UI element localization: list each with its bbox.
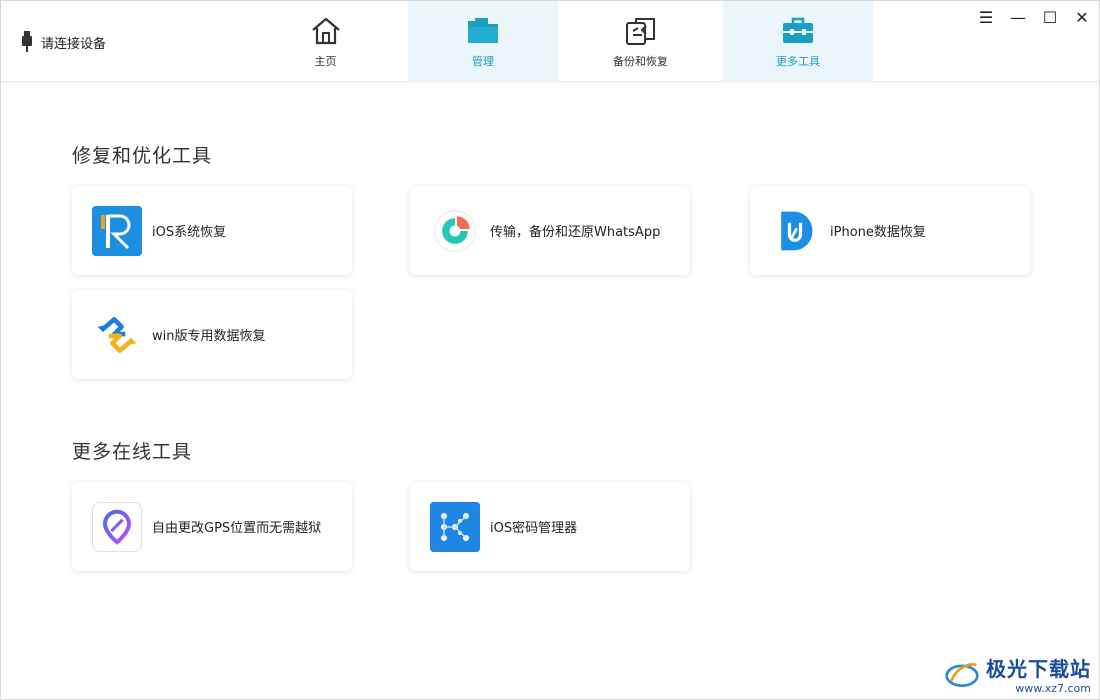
tab-more-tools[interactable]: 更多工具: [723, 1, 873, 82]
win-data-recovery-label: win版专用数据恢复: [152, 329, 266, 344]
top-bar: 请连接设备 主页 管理 备份和恢复 更多工具 ☰ — ☐ ✕: [1, 1, 1099, 82]
password-manager-card[interactable]: iOS密码管理器: [410, 482, 690, 571]
whatsapp-transfer-icon: [430, 206, 480, 256]
watermark-logo-icon: [945, 663, 979, 688]
watermark-name: 极光下载站: [986, 657, 1091, 681]
menu-icon[interactable]: ☰: [975, 7, 997, 27]
folder-icon: [468, 17, 498, 43]
main-tabs: 主页 管理 备份和恢复 更多工具: [243, 1, 873, 82]
tab-manage[interactable]: 管理: [408, 1, 558, 82]
tab-home[interactable]: 主页: [243, 1, 408, 82]
usb-icon: [22, 31, 32, 52]
minimize-icon[interactable]: —: [1007, 7, 1029, 27]
iphone-data-recovery-label: iPhone数据恢复: [830, 225, 926, 240]
gps-location-card[interactable]: 自由更改GPS位置而无需越狱: [72, 482, 352, 571]
password-manager-icon: [430, 501, 480, 552]
online-section-title: 更多在线工具: [72, 441, 193, 463]
maximize-icon[interactable]: ☐: [1039, 7, 1061, 27]
password-manager-label: iOS密码管理器: [490, 521, 578, 536]
repair-section-title: 修复和优化工具: [72, 145, 213, 167]
ios-repair-icon: [92, 205, 142, 256]
tab-more-tools-label: 更多工具: [776, 54, 820, 68]
device-status: 请连接设备: [21, 31, 106, 53]
app-window: 请连接设备 主页 管理 备份和恢复 更多工具 ☰ — ☐ ✕ 修复和优化工具 i…: [0, 0, 1100, 700]
tab-manage-label: 管理: [472, 54, 494, 68]
whatsapp-transfer-card[interactable]: 传输，备份和还原WhatsApp: [410, 186, 690, 275]
home-icon: [311, 17, 340, 44]
watermark-url: www.xz7.com: [1015, 682, 1091, 695]
window-controls: ☰ — ☐ ✕: [975, 7, 1093, 27]
close-icon[interactable]: ✕: [1071, 7, 1093, 27]
backup-restore-icon: [625, 17, 655, 45]
watermark: 极光下载站 www.xz7.com: [944, 653, 1091, 695]
iphone-data-recovery-icon: [770, 206, 820, 256]
whatsapp-transfer-label: 传输，备份和还原WhatsApp: [490, 225, 661, 240]
ios-repair-card[interactable]: iOS系统恢复: [72, 186, 352, 275]
iphone-data-recovery-card[interactable]: iPhone数据恢复: [750, 186, 1030, 275]
gps-location-icon: [92, 501, 142, 552]
gps-location-label: 自由更改GPS位置而无需越狱: [152, 521, 322, 536]
tab-backup-restore-label: 备份和恢复: [613, 54, 668, 68]
toolbox-icon: [783, 17, 813, 43]
device-status-label: 请连接设备: [41, 36, 107, 52]
tab-backup-restore[interactable]: 备份和恢复: [558, 1, 723, 82]
ios-repair-label: iOS系统恢复: [152, 225, 227, 240]
win-data-recovery-card[interactable]: win版专用数据恢复: [72, 290, 352, 379]
win-data-recovery-icon: [92, 310, 142, 360]
tab-home-label: 主页: [314, 54, 337, 68]
